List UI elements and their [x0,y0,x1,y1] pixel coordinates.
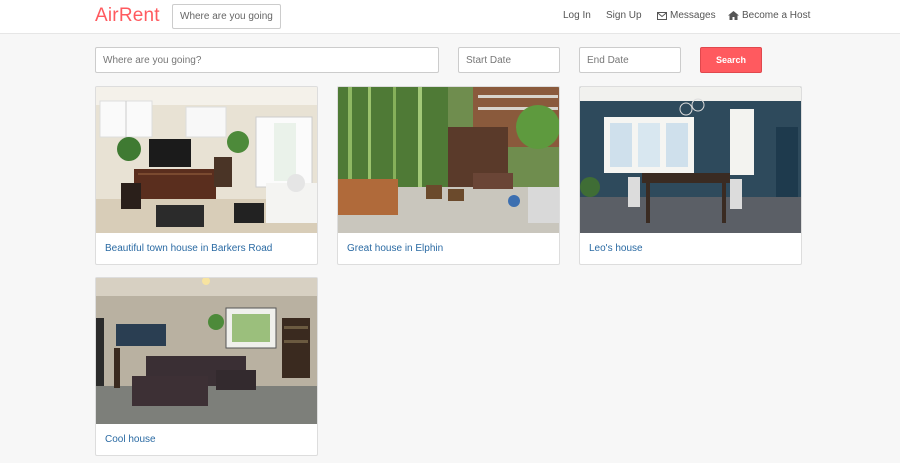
home-icon [728,11,739,20]
listing-card[interactable]: Cool house [95,277,318,456]
end-date-input[interactable] [579,47,681,73]
start-date-input[interactable] [458,47,560,73]
listing-card[interactable]: Great house in Elphin [337,86,560,265]
listing-card[interactable]: Beautiful town house in Barkers Road [95,86,318,265]
envelope-icon [657,11,667,20]
signup-link[interactable]: Sign Up [606,10,642,21]
login-link-label: Log In [563,10,591,21]
login-link[interactable]: Log In [563,10,591,21]
listing-title[interactable]: Leo's house [589,243,643,254]
messages-link-label: Messages [670,10,716,21]
navbar: AirRent Log In Sign Up Messages Become a… [0,0,900,34]
living-room-photo[interactable] [96,87,317,233]
signup-link-label: Sign Up [606,10,642,21]
search-button[interactable]: Search [700,47,762,73]
nav-search-input[interactable] [172,4,281,29]
location-input[interactable] [95,47,439,73]
listing-card[interactable]: Leo's house [579,86,802,265]
listing-title[interactable]: Cool house [105,434,156,445]
search-bar: Search [0,47,900,73]
messages-link[interactable]: Messages [657,10,716,21]
dining-room-photo[interactable] [580,87,801,233]
brand-logo[interactable]: AirRent [95,5,160,27]
become-host-link[interactable]: Become a Host [728,10,810,21]
lounge-photo[interactable] [96,278,317,424]
courtyard-photo[interactable] [338,87,559,233]
listing-title[interactable]: Great house in Elphin [347,243,443,254]
become-host-link-label: Become a Host [742,10,811,21]
listing-title[interactable]: Beautiful town house in Barkers Road [105,243,272,254]
